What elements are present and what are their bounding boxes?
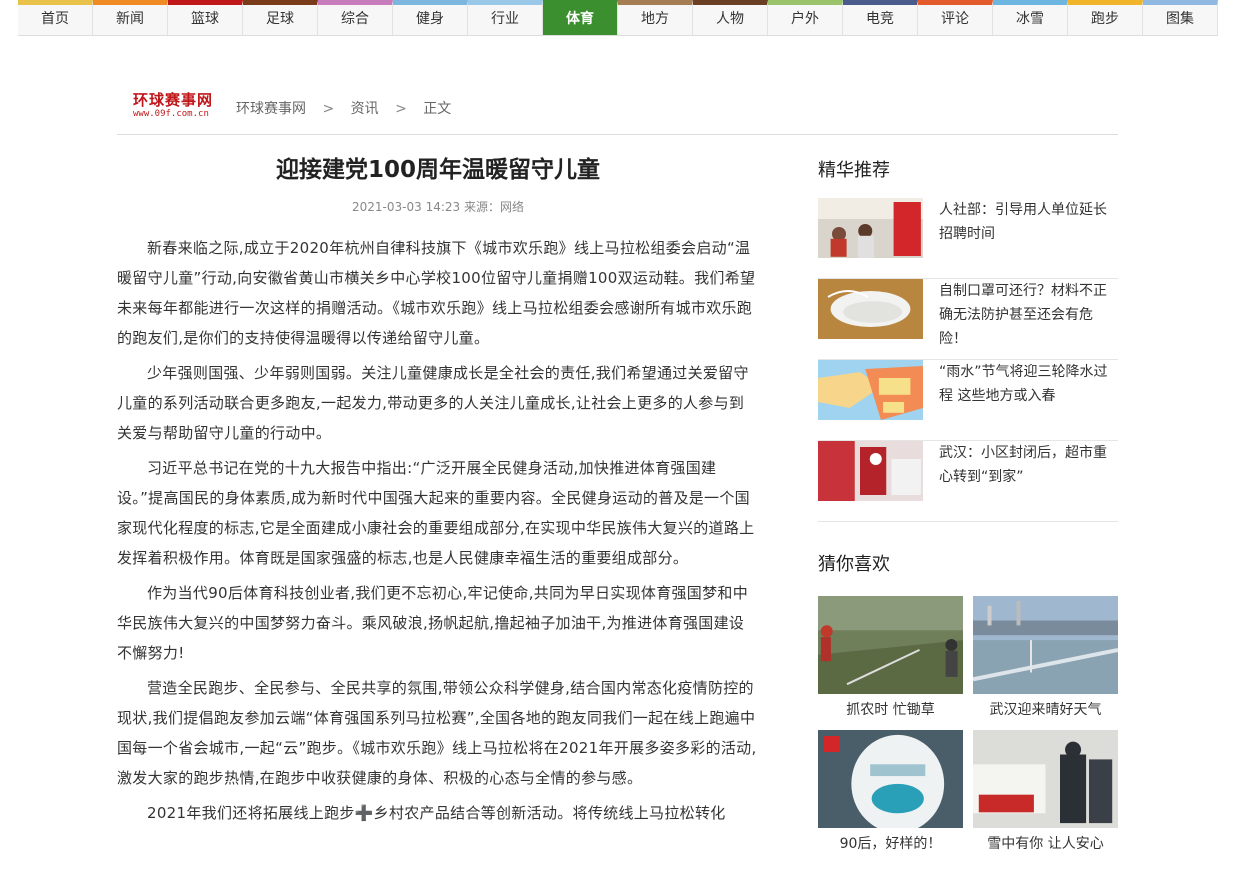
breadcrumb-separator: > — [322, 101, 335, 117]
recommend-thumbnail[interactable] — [818, 279, 923, 339]
nav-item[interactable]: 首页 — [18, 0, 93, 35]
nav-item[interactable]: 地方 — [618, 0, 693, 35]
guess-picture[interactable] — [818, 730, 963, 833]
guess-caption[interactable]: 雪中有你 让人安心 — [973, 834, 1118, 854]
breadcrumb-bar: 环球赛事网 www.09f.com.cn 环球赛事网 > 资讯 > 正文 — [117, 84, 1118, 135]
nav-item[interactable]: 电竞 — [843, 0, 918, 35]
guess-item[interactable]: 雪中有你 让人安心 — [973, 730, 1118, 854]
nav-item[interactable]: 评论 — [918, 0, 993, 35]
nav-item[interactable]: 跑步 — [1068, 0, 1143, 35]
article: 迎接建党100周年温暖留守儿童 2021-03-03 14:23 来源：网络 新… — [117, 148, 759, 833]
article-paragraph: 习近平总书记在党的十九大报告中指出:“广泛开展全民健身活动,加快推进体育强国建设… — [117, 459, 755, 567]
recommend-title[interactable]: 人社部：引导用人单位延长招聘时间 — [939, 198, 1111, 278]
guess-item[interactable]: 抓农时 忙锄草 — [818, 596, 963, 720]
breadcrumb-current: 正文 — [423, 101, 452, 117]
nav-item[interactable]: 图集 — [1143, 0, 1218, 35]
nav-item[interactable]: 足球 — [243, 0, 318, 35]
nav-item[interactable]: 新闻 — [93, 0, 168, 35]
recommend-thumbnail[interactable] — [818, 360, 923, 420]
recommend-item[interactable]: 人社部：引导用人单位延长招聘时间 — [818, 198, 1118, 279]
site-logo[interactable]: 环球赛事网 www.09f.com.cn — [133, 92, 213, 122]
article-title: 迎接建党100周年温暖留守儿童 — [275, 157, 600, 183]
article-paragraph: 2021年我们还将拓展线上跑步➕乡村农产品结合等创新活动。将传统线上马拉松转化 — [147, 804, 726, 822]
nav-item[interactable]: 综合 — [318, 0, 393, 35]
recommend-thumbnail[interactable] — [818, 198, 923, 258]
guess-caption[interactable]: 90后，好样的！ — [818, 834, 963, 854]
breadcrumb: 环球赛事网 > 资讯 > 正文 — [236, 98, 457, 118]
recommend-item[interactable]: “雨水”节气将迎三轮降水过程 这些地方或入春 — [818, 360, 1118, 441]
top-nav: 首页 新闻 篮球 足球 综合 健身 行业 体育 地方 人物 户外 电竞 评论 冰雪 跑步 图集 — [18, 0, 1218, 36]
breadcrumb-separator: > — [395, 101, 407, 117]
guess-item[interactable]: 90后，好样的！ — [818, 730, 963, 854]
article-paragraph: 少年强则国强、少年弱则国弱。关注儿童健康成长是全社会的责任,我们希望通过关爱留守… — [117, 364, 749, 442]
logo-url: www.09f.com.cn — [133, 109, 209, 119]
breadcrumb-home[interactable]: 环球赛事网 — [236, 101, 306, 117]
nav-item[interactable]: 体育 — [543, 0, 618, 35]
recommend-thumbnail[interactable] — [818, 441, 923, 501]
recommend-list: 人社部：引导用人单位延长招聘时间 自制口罩可还行？材料不正确无法防护甚至还会有危险… — [818, 198, 1118, 522]
guess-picture[interactable] — [972, 596, 1119, 694]
recommend-title[interactable]: “雨水”节气将迎三轮降水过程 这些地方或入春 — [939, 360, 1111, 440]
nav-item[interactable]: 户外 — [768, 0, 843, 35]
recommend-heading: 精华推荐 — [818, 160, 890, 181]
nav-item[interactable]: 行业 — [468, 0, 543, 35]
nav-item[interactable]: 冰雪 — [993, 0, 1068, 35]
recommend-item[interactable]: 自制口罩可还行？材料不正确无法防护甚至还会有危险！ — [818, 279, 1118, 360]
article-paragraph: 营造全民跑步、全民参与、全民共享的氛围,带领公众科学健身,结合国内常态化疫情防控… — [117, 679, 757, 787]
breadcrumb-section[interactable]: 资讯 — [351, 101, 379, 117]
guess-picture[interactable] — [818, 596, 963, 694]
recommend-title[interactable]: 武汉：小区封闭后，超市重心转到“到家” — [939, 441, 1111, 521]
article-body: 新春来临之际,成立于2020年杭州自律科技旗下《城市欢乐跑》线上马拉松组委会启动… — [117, 233, 759, 828]
guess-item[interactable]: 武汉迎来晴好天气 — [972, 596, 1119, 720]
nav-item[interactable]: 健身 — [393, 0, 468, 35]
article-meta: 2021-03-03 14:23 来源：网络 — [352, 200, 524, 214]
article-paragraph: 作为当代90后体育科技创业者,我们更不忘初心,牢记使命,共同为早日实现体育强国梦… — [117, 584, 748, 662]
nav-item[interactable]: 人物 — [693, 0, 768, 35]
guess-caption[interactable]: 武汉迎来晴好天气 — [973, 700, 1118, 720]
sidebar: 精华推荐 人社部：引导用人单位延长招聘时间 自制口罩可还行？材料不正确无法防护甚至… — [818, 148, 1119, 864]
logo-name: 环球赛事网 — [133, 91, 214, 109]
article-paragraph: 新春来临之际,成立于2020年杭州自律科技旗下《城市欢乐跑》线上马拉松组委会启动… — [117, 239, 756, 347]
recommend-title[interactable]: 自制口罩可还行？材料不正确无法防护甚至还会有危险！ — [939, 279, 1111, 359]
guess-picture[interactable] — [973, 730, 1118, 828]
nav-item[interactable]: 篮球 — [168, 0, 243, 35]
guess-caption[interactable]: 抓农时 忙锄草 — [818, 700, 963, 720]
guess-grid: 抓农时 忙锄草 武汉迎来晴好天气 90后，好样的！ 雪中有你 让人安心 — [818, 596, 1119, 864]
guess-heading: 猜你喜欢 — [818, 554, 890, 575]
recommend-item[interactable]: 武汉：小区封闭后，超市重心转到“到家” — [818, 441, 1118, 522]
